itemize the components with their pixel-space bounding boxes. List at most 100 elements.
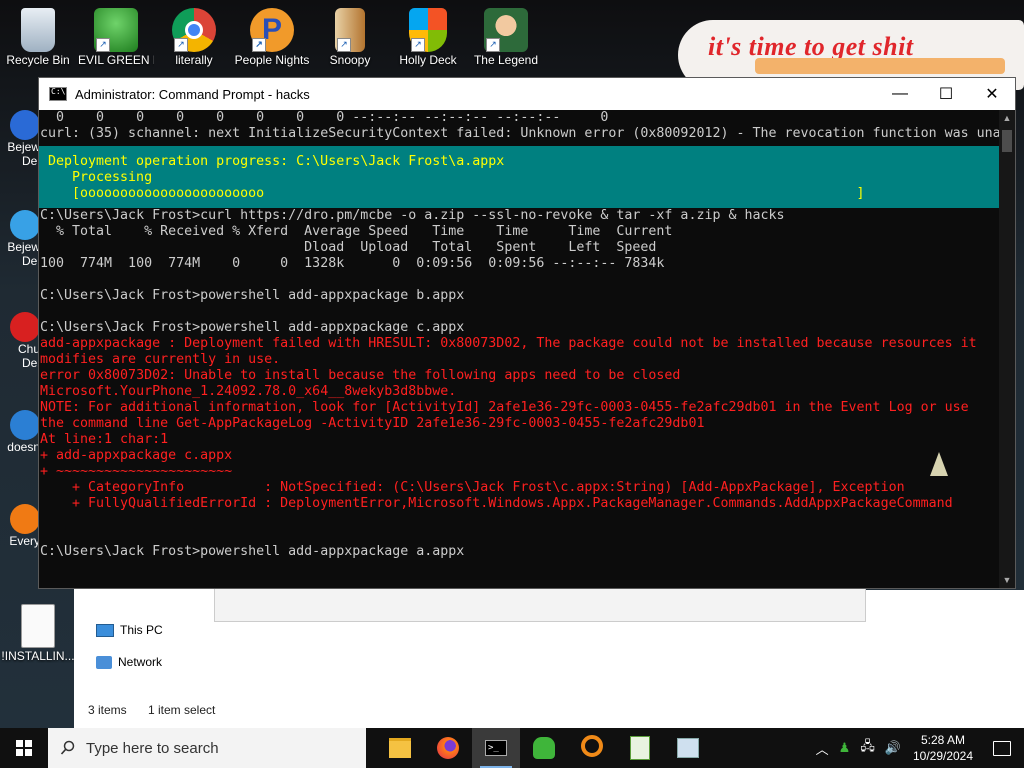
network-icon — [96, 655, 112, 669]
notification-button[interactable] — [980, 728, 1024, 768]
desktop-icon-label: Bejew Del — [7, 140, 40, 168]
firefox-icon — [437, 737, 459, 759]
terminal-line: C:\Users\Jack Frost>powershell add-appxp… — [40, 288, 465, 303]
windows-shield-icon: ↗ — [409, 8, 447, 52]
close-button[interactable]: ✕ — [969, 78, 1015, 110]
terminal-output[interactable]: 0 0 0 0 0 0 0 0 --:--:-- --:--:-- --:--:… — [39, 110, 999, 588]
error-line: add-appxpackage : Deployment failed with… — [40, 336, 977, 351]
mouse-cursor-icon — [930, 452, 948, 476]
computer-icon — [96, 623, 114, 637]
minimize-button[interactable]: — — [877, 78, 923, 110]
red-orb-icon — [10, 312, 40, 342]
desktop-icon-label: Every — [9, 534, 40, 548]
p-app-icon: P ↗ — [250, 8, 294, 52]
chevron-up-icon[interactable]: ︿ — [816, 739, 829, 758]
notepad-chart-icon — [630, 736, 650, 760]
desktop-icon-people-nights[interactable]: P ↗ People Nights — [234, 8, 310, 67]
network-tray-icon[interactable]: 🖧 — [860, 737, 875, 759]
desktop-icon-chu[interactable]: Chu Del — [0, 312, 40, 370]
desktop-icon-evil-green-men[interactable]: ↗ EVIL GREEN MEN GO — [78, 8, 154, 67]
desktop-icon-label: The Legend — [473, 54, 539, 67]
search-placeholder: Type here to search — [86, 739, 219, 757]
desktop-icon-installing-file[interactable]: !INSTALLIN... — [0, 604, 76, 663]
taskbar-search-box[interactable]: Type here to search — [48, 728, 366, 768]
maximize-button[interactable]: ☐ — [923, 78, 969, 110]
clock-time: 5:28 AM — [920, 733, 966, 747]
text-file-icon — [21, 604, 55, 648]
clock[interactable]: 5:28 AM 10/29/2024 — [906, 732, 980, 764]
desktop-icon-every[interactable]: Every — [0, 504, 40, 548]
taskbar-file-explorer[interactable] — [376, 728, 424, 768]
desktop-icon-the-legend[interactable]: ↗ The Legend — [468, 8, 544, 67]
book-icon: ↗ — [335, 8, 365, 52]
windows-logo-icon — [16, 740, 32, 756]
clock-date: 10/29/2024 — [912, 749, 974, 763]
explorer-toolbar — [214, 586, 866, 622]
deployment-progress-block: Deployment operation progress: C:\Users\… — [39, 146, 999, 208]
error-line: + ~~~~~~~~~~~~~~~~~~~~~~ — [40, 464, 233, 479]
scroll-down-arrow-icon[interactable]: ▼ — [999, 572, 1015, 588]
vertical-scrollbar[interactable]: ▲ ▼ — [999, 110, 1015, 588]
nav-network[interactable]: Network — [96, 655, 162, 669]
terminal-line: C:\Users\Jack Frost>powershell add-appxp… — [40, 320, 465, 335]
desktop-icon-label: doesn — [7, 440, 40, 454]
green-men-icon — [533, 737, 555, 759]
chrome-icon: ↗ — [172, 8, 216, 52]
taskbar-green-men[interactable] — [520, 728, 568, 768]
desktop-icon-label: Recycle Bin — [6, 54, 70, 67]
window-app-icon — [677, 738, 699, 758]
scroll-thumb[interactable] — [1002, 130, 1012, 152]
error-line: error 0x80073D02: Unable to install beca… — [40, 368, 681, 383]
progress-line: Deployment operation progress: C:\Users\… — [48, 154, 505, 169]
taskbar-firefox[interactable] — [424, 728, 472, 768]
status-item-count: 3 items — [88, 703, 127, 717]
character-icon: ↗ — [484, 8, 528, 52]
error-line: + add-appxpackage c.appx — [40, 448, 233, 463]
desktop-icon-holly-deck[interactable]: ↗ Holly Deck — [390, 8, 466, 67]
search-app-icon — [581, 735, 603, 757]
progress-line: Processing — [48, 170, 153, 185]
desktop-icon-snoopy[interactable]: ↗ Snoopy — [312, 8, 388, 67]
taskbar-search-app[interactable] — [568, 728, 616, 768]
desktop-icon-label: !INSTALLIN... — [1, 650, 75, 663]
desktop-icon-recycle-bin[interactable]: Recycle Bin — [0, 8, 76, 67]
cmd-title: Administrator: Command Prompt - hacks — [75, 86, 310, 102]
error-line: modifies are currently in use. — [40, 352, 281, 367]
terminal-line: curl: (35) schannel: next InitializeSecu… — [40, 126, 999, 141]
taskbar-notepad-chart[interactable] — [616, 728, 664, 768]
error-line: At line:1 char:1 — [40, 432, 169, 447]
desktop-icon-label: Bejew Del — [7, 240, 40, 268]
green-men-tray-icon[interactable]: ♟ — [839, 740, 851, 756]
taskbar-window-app[interactable] — [664, 728, 712, 768]
error-line: Microsoft.YourPhone_1.24092.78.0_x64__8w… — [40, 384, 457, 399]
terminal-line: 0 0 0 0 0 0 0 0 --:--:-- --:--:-- --:--:… — [40, 110, 609, 125]
start-button[interactable] — [0, 728, 48, 768]
bejeweled-blue-icon — [10, 210, 40, 240]
nav-this-pc-label: This PC — [120, 623, 163, 637]
nav-network-label: Network — [118, 655, 163, 669]
desktop-icon-bejeweled-2[interactable]: Bejew Del — [0, 210, 40, 268]
desktop-icon-bejeweled[interactable]: Bejew Del — [0, 110, 40, 168]
error-line: + FullyQualifiedErrorId : DeploymentErro… — [40, 496, 953, 511]
cmd-app-icon — [49, 87, 67, 101]
cmd-titlebar[interactable]: Administrator: Command Prompt - hacks — … — [39, 78, 1015, 110]
terminal-line: Dload Upload Total Spent Left Speed — [40, 240, 657, 255]
desktop-icon-literally[interactable]: ↗ literally — [156, 8, 232, 67]
desktop-icon-doesn[interactable]: doesn — [0, 410, 40, 454]
orange-orb-icon — [10, 504, 40, 534]
notification-icon — [993, 740, 1011, 756]
taskbar-command-prompt[interactable]: >_ — [472, 728, 520, 768]
desktop-icon-label: Chu Del — [17, 342, 40, 370]
scroll-up-arrow-icon[interactable]: ▲ — [999, 110, 1015, 126]
terminal-line: 100 774M 100 774M 0 0 1328k 0 0:09:56 0:… — [40, 256, 665, 271]
command-prompt-window[interactable]: Administrator: Command Prompt - hacks — … — [38, 77, 1016, 589]
volume-icon[interactable]: 🔊 — [885, 740, 901, 756]
desktop-icon-label: Holly Deck — [399, 54, 457, 67]
terminal-line: % Total % Received % Xferd Average Speed… — [40, 224, 673, 239]
nav-this-pc[interactable]: This PC — [96, 623, 163, 637]
desktop-icon-label: EVIL GREEN MEN GO — [78, 54, 154, 67]
system-tray: ︿ ♟ 🖧 🔊 5:28 AM 10/29/2024 — [811, 728, 1024, 768]
